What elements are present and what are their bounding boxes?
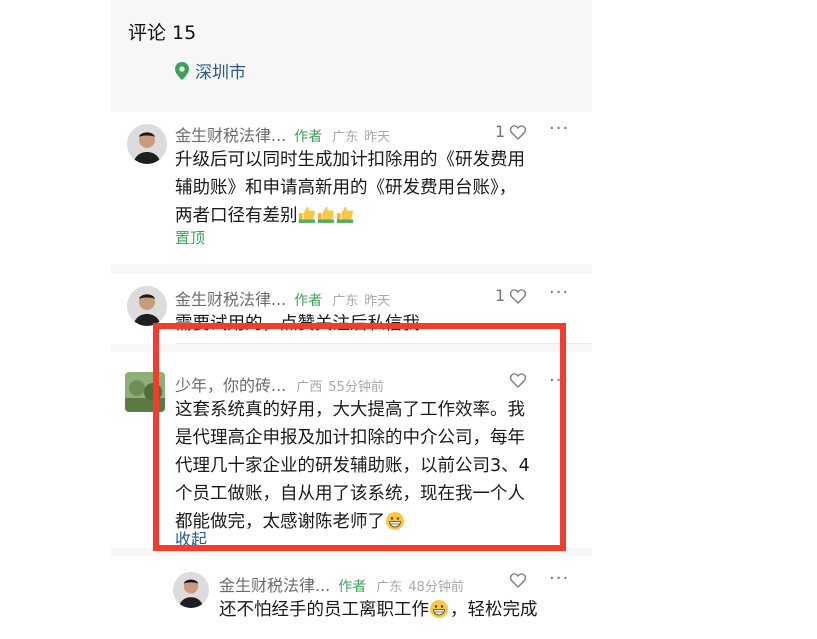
comment-line-text: 两者口径有差别 bbox=[175, 206, 298, 226]
comment-line: 升级后可以同时生成加计扣除用的《研发费用 bbox=[175, 150, 525, 170]
comment-line: 这套系统真的好用，大大提高了工作效率。我 bbox=[175, 400, 525, 420]
avatar[interactable] bbox=[125, 372, 165, 412]
author-name[interactable]: 少年，你的砖... bbox=[175, 372, 286, 396]
like-count: 1 bbox=[495, 122, 506, 141]
like-count: 1 bbox=[495, 286, 506, 305]
reply-item: 金生财税法律... 作者 广东 48分钟前 ··· 还不怕经手的员工离职工作 ，轻… bbox=[111, 556, 592, 639]
author-badge: 作者 bbox=[294, 293, 323, 309]
collapse-link[interactable]: 收起 bbox=[175, 526, 207, 550]
comment-line: 需要试用的，点赞关注后私信我 bbox=[175, 314, 420, 334]
comments-panel: 评论 15 深圳市 金生财税法律... 作者 广东 昨天 1 ··· 升级后可以… bbox=[111, 0, 592, 639]
like-button[interactable]: 1 bbox=[495, 122, 527, 141]
comments-header: 评论 15 深圳市 bbox=[111, 0, 592, 104]
region-text: 广东 bbox=[376, 580, 403, 595]
comment-meta: 金生财税法律... 作者 广东 昨天 bbox=[175, 286, 390, 310]
region-text: 广东 bbox=[332, 130, 359, 145]
comment-text: 还不怕经手的员工离职工作 ，轻松完成 bbox=[219, 596, 538, 624]
comment-meta: 少年，你的砖... 广西 55分钟前 bbox=[175, 372, 384, 396]
comment-line: 代理几十家企业的研发辅助账，以前公司3、4 bbox=[175, 456, 530, 476]
time-text: 昨天 bbox=[364, 130, 391, 145]
comment-text: 需要试用的，点赞关注后私信我 bbox=[175, 310, 420, 338]
author-badge: 作者 bbox=[338, 579, 367, 595]
comment-text: 这套系统真的好用，大大提高了工作效率。我 是代理高企申报及加计扣除的中介公司，每… bbox=[175, 396, 530, 536]
region-text: 广东 bbox=[332, 294, 359, 309]
heart-icon bbox=[510, 124, 527, 140]
comment-item-highlighted: 少年，你的砖... 广西 55分钟前 ··· 这套系统真的好用，大大提高了工作效… bbox=[111, 352, 592, 550]
time-text: 48分钟前 bbox=[408, 580, 464, 595]
comment-line: 是代理高企申报及加计扣除的中介公司，每年 bbox=[175, 428, 525, 448]
region-text: 广西 bbox=[296, 380, 323, 395]
author-name[interactable]: 金生财税法律... bbox=[175, 286, 286, 310]
location-text: 深圳市 bbox=[195, 63, 246, 83]
comment-line-text: 还不怕经手的员工离职工作 bbox=[219, 600, 429, 620]
time-text: 昨天 bbox=[364, 294, 391, 309]
thumbs-up-icon bbox=[298, 206, 317, 226]
heart-icon bbox=[509, 373, 527, 388]
heart-icon bbox=[509, 573, 527, 588]
comment-item: 金生财税法律... 作者 广东 昨天 1 ··· 需要试用的，点赞关注后私信我 bbox=[111, 274, 592, 344]
like-button[interactable] bbox=[509, 572, 527, 588]
comment-text: 升级后可以同时生成加计扣除用的《研发费用 辅助账》和申请高新用的《研发费用台账》… bbox=[175, 146, 525, 230]
comment-meta: 金生财税法律... 作者 广东 昨天 bbox=[175, 122, 390, 146]
thumbs-up-icon bbox=[336, 206, 355, 226]
author-name[interactable]: 金生财税法律... bbox=[175, 122, 286, 146]
time-text: 55分钟前 bbox=[328, 380, 384, 395]
pin-link[interactable]: 置顶 bbox=[175, 227, 205, 248]
author-name[interactable]: 金生财税法律... bbox=[219, 572, 330, 596]
comments-count-title: 评论 15 bbox=[128, 22, 197, 44]
comment-line: 个员工做账，自从用了该系统，现在我一个人 bbox=[175, 484, 525, 504]
like-button[interactable] bbox=[509, 372, 527, 388]
more-options-icon[interactable]: ··· bbox=[549, 118, 569, 139]
grinning-face-icon bbox=[385, 512, 406, 532]
more-options-icon[interactable]: ··· bbox=[549, 370, 569, 391]
comment-item: 金生财税法律... 作者 广东 昨天 1 ··· 升级后可以同时生成加计扣除用的… bbox=[111, 112, 592, 264]
avatar[interactable] bbox=[127, 286, 167, 326]
comment-meta: 金生财税法律... 作者 广东 48分钟前 bbox=[219, 572, 464, 596]
more-options-icon[interactable]: ··· bbox=[549, 282, 569, 303]
comment-line: 辅助账》和申请高新用的《研发费用台账》， bbox=[175, 178, 517, 198]
comment-line: 两者口径有差别 bbox=[175, 202, 525, 230]
more-options-icon[interactable]: ··· bbox=[549, 568, 569, 589]
comment-line-text: ，轻松完成 bbox=[450, 600, 538, 620]
grinning-face-icon bbox=[429, 600, 450, 620]
divider bbox=[175, 343, 592, 344]
author-badge: 作者 bbox=[294, 129, 323, 145]
location-pin-icon bbox=[175, 61, 189, 80]
avatar[interactable] bbox=[173, 572, 209, 608]
comment-line: 都能做完，太感谢陈老师了 bbox=[175, 508, 530, 536]
like-button[interactable]: 1 bbox=[495, 286, 527, 305]
heart-icon bbox=[510, 288, 527, 304]
location-row[interactable]: 深圳市 bbox=[175, 58, 246, 83]
avatar[interactable] bbox=[127, 124, 167, 164]
thumbs-up-icon bbox=[317, 206, 336, 226]
